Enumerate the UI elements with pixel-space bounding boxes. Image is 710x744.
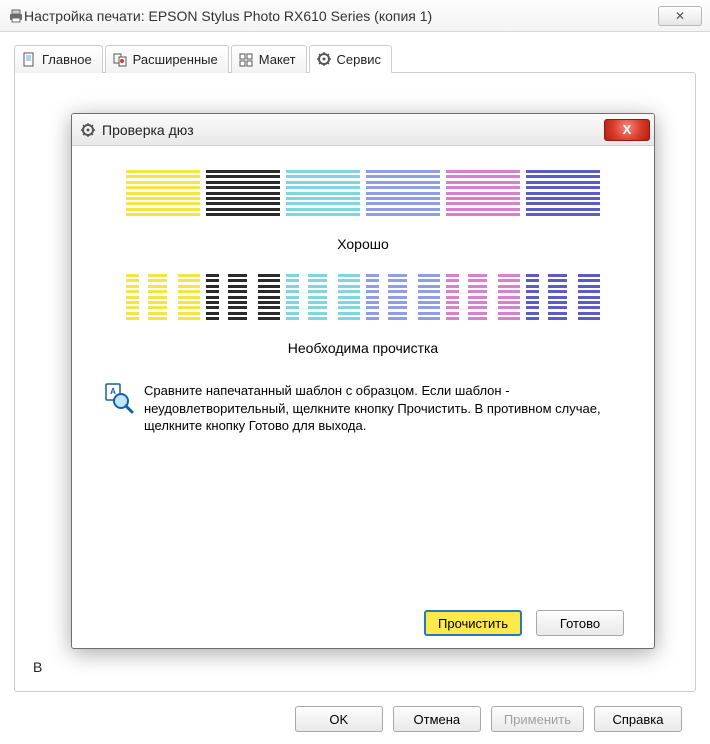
apply-button[interactable]: Применить bbox=[491, 706, 584, 732]
document-icon bbox=[21, 52, 37, 68]
advanced-icon bbox=[112, 52, 128, 68]
clean-button[interactable]: Прочистить bbox=[424, 610, 522, 636]
tab-advanced[interactable]: Расширенные bbox=[105, 45, 229, 73]
parent-button-row: OK Отмена Применить Справка bbox=[14, 692, 696, 732]
tab-panel: В Проверка дюз X Хорошо Необходима прочи… bbox=[14, 72, 696, 692]
button-label: Отмена bbox=[414, 712, 461, 727]
button-label: Применить bbox=[504, 712, 571, 727]
cancel-button[interactable]: Отмена bbox=[393, 706, 481, 732]
svg-text:A: A bbox=[110, 387, 116, 396]
tab-service[interactable]: Сервис bbox=[309, 45, 393, 73]
tab-strip: Главное Расширенные Макет Сервис bbox=[14, 45, 696, 73]
button-label: OK bbox=[329, 712, 348, 727]
button-label: Готово bbox=[560, 616, 600, 631]
nozzle-check-dialog: Проверка дюз X Хорошо Необходима прочист… bbox=[71, 113, 655, 649]
window-close-button[interactable]: ✕ bbox=[658, 6, 702, 26]
service-icon bbox=[316, 51, 332, 67]
printer-icon bbox=[8, 8, 24, 24]
instruction-block: A Сравните напечатанный шаблон с образцо… bbox=[102, 382, 624, 435]
good-label: Хорошо bbox=[102, 236, 624, 252]
tab-label: Главное bbox=[42, 52, 92, 67]
button-label: Прочистить bbox=[438, 616, 508, 631]
window-title: Настройка печати: EPSON Stylus Photo RX6… bbox=[24, 8, 432, 24]
done-button[interactable]: Готово bbox=[536, 610, 624, 636]
bad-label: Необходима прочистка bbox=[102, 340, 624, 356]
parent-titlebar: Настройка печати: EPSON Stylus Photo RX6… bbox=[0, 0, 710, 32]
service-icon bbox=[80, 122, 96, 138]
dialog-titlebar: Проверка дюз X bbox=[72, 114, 654, 146]
peek-text: В bbox=[33, 659, 42, 675]
dialog-title: Проверка дюз bbox=[102, 122, 194, 138]
magnifier-icon: A bbox=[102, 382, 134, 414]
tab-label: Сервис bbox=[337, 52, 382, 67]
tab-label: Макет bbox=[259, 52, 296, 67]
pattern-good bbox=[102, 170, 624, 218]
tab-label: Расширенные bbox=[133, 52, 218, 67]
button-label: Справка bbox=[613, 712, 664, 727]
tab-layout[interactable]: Макет bbox=[231, 45, 307, 73]
tab-main[interactable]: Главное bbox=[14, 45, 103, 73]
ok-button[interactable]: OK bbox=[295, 706, 383, 732]
help-button[interactable]: Справка bbox=[594, 706, 682, 732]
layout-icon bbox=[238, 52, 254, 68]
pattern-bad bbox=[102, 274, 624, 322]
instruction-text: Сравните напечатанный шаблон с образцом.… bbox=[144, 382, 624, 435]
dialog-close-button[interactable]: X bbox=[604, 119, 650, 141]
